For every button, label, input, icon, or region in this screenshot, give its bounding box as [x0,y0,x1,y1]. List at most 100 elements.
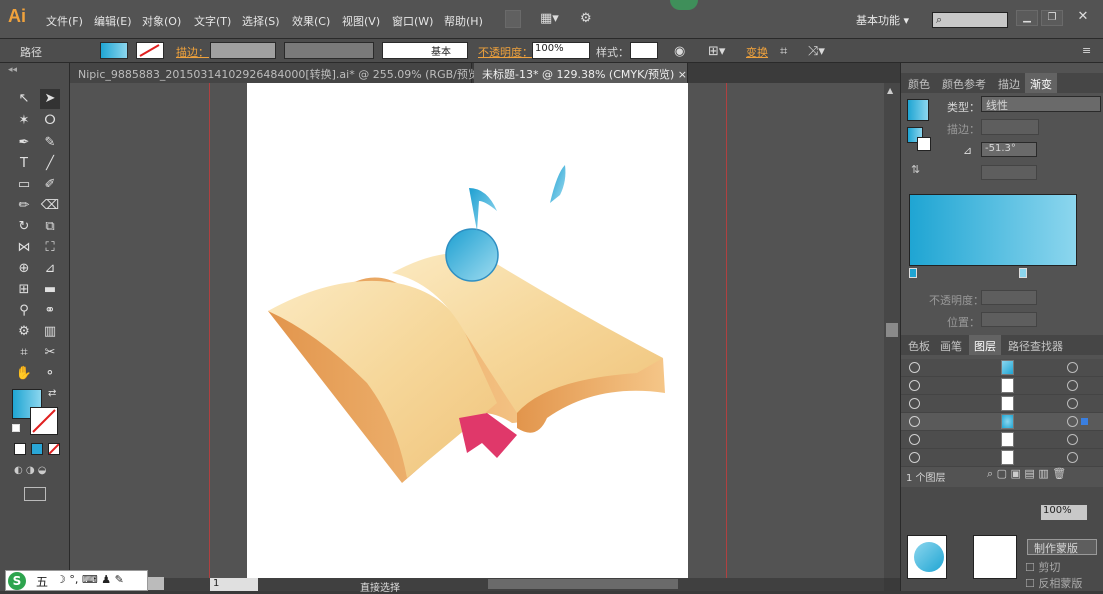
swap-colors-icon[interactable]: ⇄ [48,388,56,399]
type-tool-icon[interactable]: T [14,154,34,174]
stop-location-field[interactable] [981,312,1037,327]
screen-mode-icon[interactable] [24,487,46,501]
ime-options-icons[interactable]: ☽ °, ⌨ ♟ ✎ [56,573,124,586]
close-button[interactable]: ✕ [1072,10,1094,26]
tab-color-guide[interactable]: 颜色参考 [937,73,991,93]
menu-effect[interactable]: 效果(C) [292,13,330,29]
workspace-switcher[interactable]: 基本功能 ▾ [856,12,909,28]
horizontal-scrollbar[interactable] [488,579,678,589]
stop-opacity-field[interactable] [981,290,1037,305]
search-input[interactable]: ⌕ [932,12,1008,28]
visibility-icon[interactable] [909,452,920,463]
target-icon[interactable] [1067,452,1078,463]
layer-row[interactable] [901,395,1103,413]
eyedropper-icon[interactable]: ⚲ [14,301,34,321]
restore-button[interactable]: ❐ [1041,10,1063,26]
stroke-swatch[interactable] [136,42,164,59]
opacity-field[interactable]: 100% [532,42,590,59]
width-tool-icon[interactable]: ⋈ [14,238,34,258]
graphic-style-swatch[interactable] [630,42,658,59]
line-tool-icon[interactable]: ╱ [40,154,60,174]
visibility-icon[interactable] [909,434,920,445]
direct-selection-tool-icon[interactable]: ➤ [40,89,60,109]
free-transform-icon[interactable]: ⛶ [40,238,60,258]
target-icon[interactable] [1067,398,1078,409]
clip-checkbox[interactable]: ☐ 剪切 [1025,559,1060,575]
visibility-icon[interactable] [909,362,920,373]
tab-document-2[interactable]: 未标题-13* @ 129.38% (CMYK/预览) × [474,63,688,83]
minimize-button[interactable]: ▁ [1016,10,1038,26]
make-mask-button[interactable]: 制作蒙版 [1027,539,1097,555]
stroke-weight-field[interactable] [210,42,276,59]
target-icon[interactable] [1067,434,1078,445]
magic-wand-icon[interactable]: ✶ [14,111,34,131]
layer-row[interactable] [901,377,1103,395]
tab-brushes[interactable]: 画笔 [935,335,967,355]
rectangle-tool-icon[interactable]: ▭ [14,175,34,195]
menu-help[interactable]: 帮助(H) [444,13,483,29]
zoom-tool-icon[interactable]: ⚬ [40,364,60,384]
target-icon[interactable] [1067,416,1078,427]
tab-layers[interactable]: 图层 [969,335,1001,355]
variable-width-profile[interactable] [284,42,374,59]
menu-view[interactable]: 视图(V) [342,13,380,29]
invert-mask-checkbox[interactable]: ☐ 反相蒙版 [1025,575,1082,591]
zoom-dropdown[interactable] [148,577,164,590]
pen-tool-icon[interactable]: ✒ [14,133,34,153]
layer-actions-icons[interactable]: ⌕ ▢ ▣ ▤ ▥ 🗑 [987,467,1066,481]
mesh-tool-icon[interactable]: ⊞ [14,280,34,300]
artboard[interactable] [247,83,688,578]
slice-tool-icon[interactable]: ✂ [40,343,60,363]
transparency-opacity-field[interactable]: 100% [1041,505,1087,520]
layer-row[interactable] [901,449,1103,467]
scroll-thumb[interactable] [886,323,898,337]
symbol-sprayer-icon[interactable]: ⚙ [14,322,34,342]
perspective-grid-icon[interactable]: ⊿ [40,259,60,279]
gradient-mode-icon[interactable] [31,443,43,455]
arrange-documents-icon[interactable]: ▦▾ [540,11,559,26]
rotate-tool-icon[interactable]: ↻ [14,217,34,237]
gradient-tool-icon[interactable]: ▬ [40,280,60,300]
menu-type[interactable]: 文字(T) [194,13,231,29]
default-colors-icon[interactable] [12,424,20,432]
bridge-icon[interactable] [505,10,521,28]
ime-toolbar[interactable]: S 五 ☽ °, ⌨ ♟ ✎ [5,570,148,591]
selection-tool-icon[interactable]: ↖ [14,89,34,109]
artboard-tool-icon[interactable]: ⌗ [14,343,34,363]
reverse-gradient-icon[interactable]: ⇅ [911,163,920,176]
hand-tool-icon[interactable]: ✋ [14,364,34,384]
paintbrush-icon[interactable]: ✐ [40,175,60,195]
menu-select[interactable]: 选择(S) [242,13,280,29]
pencil-tool-icon[interactable]: ✏ [14,196,34,216]
tab-swatches[interactable]: 色板 [903,335,935,355]
stroke-mini-swatch[interactable] [917,137,931,151]
scale-tool-icon[interactable]: ⧉ [40,217,60,237]
layer-row[interactable] [901,413,1103,431]
ime-mode[interactable]: 五 [36,573,48,590]
angle-field[interactable]: -51.3° [981,142,1037,157]
gradient-stop-end[interactable] [1019,268,1027,278]
visibility-icon[interactable] [909,380,920,391]
tab-color[interactable]: 颜色 [903,73,935,93]
menu-file[interactable]: 文件(F) [46,13,83,29]
align-icon[interactable]: ⊞▾ [708,44,725,59]
fill-swatch[interactable] [100,42,128,59]
stroke-color-box[interactable] [30,407,58,435]
menu-window[interactable]: 窗口(W) [392,13,433,29]
tab-stroke[interactable]: 描边 [993,73,1025,93]
panel-menu-icon[interactable]: ≡ [1082,44,1091,57]
graph-tool-icon[interactable]: ▥ [40,322,60,342]
gradient-fill-preview[interactable] [907,99,929,121]
collapse-icon[interactable]: ◂◂ [8,65,17,75]
layer-row[interactable] [901,359,1103,377]
shape-builder-icon[interactable]: ⊕ [14,259,34,279]
opacity-label[interactable]: 不透明度： [478,44,533,60]
none-mode-icon[interactable] [48,443,60,455]
isolate-icon[interactable]: ⌗ [780,44,787,59]
artboard-number-field[interactable]: 1 [210,578,258,591]
menu-edit[interactable]: 编辑(E) [94,13,132,29]
brush-definition[interactable]: 基本 [382,42,468,59]
drawing-mode-icon[interactable]: ◐ ◑ ◒ [14,465,47,476]
color-mode-icon[interactable] [14,443,26,455]
target-icon[interactable] [1067,362,1078,373]
